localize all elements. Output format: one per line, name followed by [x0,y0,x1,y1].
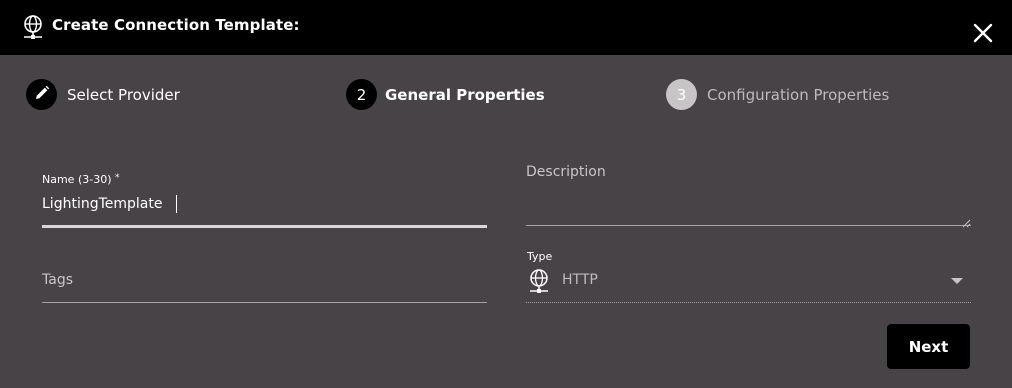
required-mark: * [115,173,120,183]
step-3-marker: 3 [666,79,697,110]
resize-handle-icon[interactable] [962,213,971,228]
type-select-underline[interactable] [526,302,971,303]
tags-field-label: Tags [42,272,73,288]
type-select-value[interactable]: HTTP [562,272,598,288]
name-field-label-text: Name (3-30) [42,173,112,186]
step-2-marker: 2 [346,79,377,110]
step-1-label: Select Provider [67,86,180,104]
next-button[interactable]: Next [887,324,970,369]
globe-network-icon [528,268,550,294]
dialog-titlebar: Create Connection Template: [0,0,1012,55]
text-cursor [176,195,177,213]
pencil-icon [34,85,50,105]
step-2-label: General Properties [385,86,545,104]
dialog-title: Create Connection Template: [52,16,300,34]
description-field-label: Description [526,164,606,180]
step-1-marker [26,79,57,110]
step-3-label: Configuration Properties [707,86,890,104]
name-input-underline [42,225,487,228]
close-icon[interactable] [970,20,996,46]
globe-network-icon [21,14,45,40]
create-connection-template-dialog: Create Connection Template: Select Provi… [0,0,1012,388]
type-field-label: Type [527,250,553,263]
chevron-down-icon[interactable] [951,278,963,284]
tags-input-underline[interactable] [42,302,487,303]
name-field-label: Name (3-30) * [42,173,120,186]
description-input-underline[interactable] [526,225,971,226]
name-input[interactable] [42,193,482,215]
